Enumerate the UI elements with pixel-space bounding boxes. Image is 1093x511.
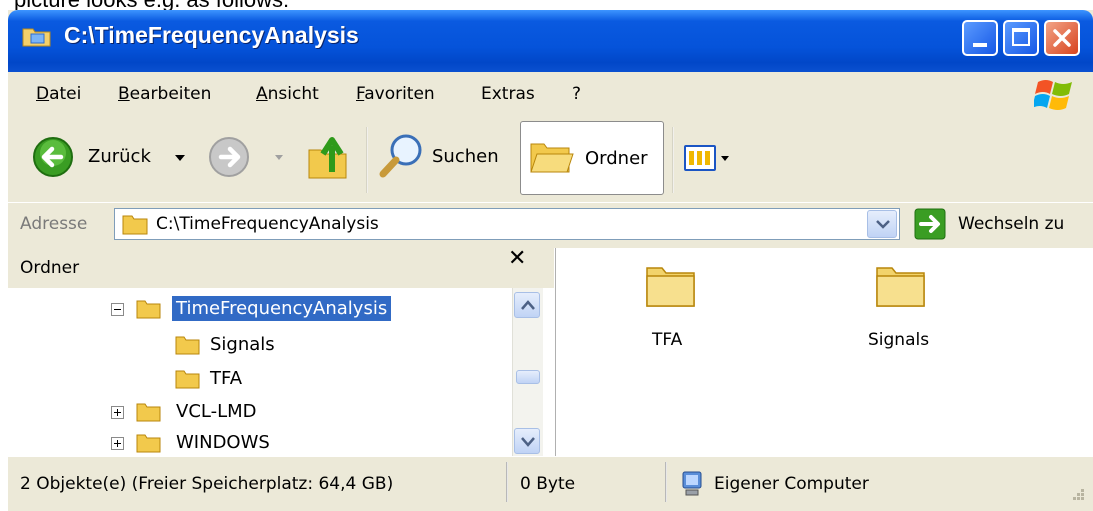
folder-icon bbox=[646, 267, 695, 307]
computer-icon bbox=[682, 471, 702, 496]
chevron-down-icon bbox=[521, 437, 535, 447]
status-size: 0 Byte bbox=[520, 474, 576, 494]
folders-label: Ordner bbox=[585, 148, 648, 169]
folder-open-icon bbox=[136, 300, 161, 319]
folder-item-label: Signals bbox=[868, 330, 930, 350]
chevron-up-icon bbox=[521, 300, 535, 310]
close-window-button[interactable] bbox=[1044, 20, 1080, 56]
back-button[interactable]: Zurück bbox=[32, 134, 182, 178]
menu-help[interactable]: ? bbox=[572, 84, 581, 104]
views-dropdown-icon[interactable] bbox=[721, 156, 729, 161]
minus-bar bbox=[114, 309, 121, 310]
views-icon[interactable] bbox=[684, 145, 716, 171]
background-document-strip: picture looks e.g. as follows: bbox=[0, 0, 1093, 10]
collapse-icon[interactable] bbox=[111, 303, 124, 316]
folder-icon bbox=[876, 267, 925, 307]
toolbar-separator bbox=[366, 127, 368, 193]
back-arrow-icon bbox=[33, 137, 73, 177]
search-icon[interactable] bbox=[378, 132, 424, 180]
tree-item-timefrequencyanalysis[interactable]: TimeFrequencyAnalysis bbox=[172, 296, 392, 321]
address-label: Adresse bbox=[20, 214, 88, 234]
menu-view[interactable]: Ansicht bbox=[256, 84, 319, 104]
window-title: C:\TimeFrequencyAnalysis bbox=[64, 22, 359, 48]
minimize-icon bbox=[973, 43, 987, 47]
expand-icon[interactable] bbox=[111, 406, 124, 419]
folders-icon bbox=[530, 143, 574, 173]
search-label[interactable]: Suchen bbox=[432, 146, 499, 167]
go-label: Wechseln zu bbox=[958, 214, 1065, 234]
menu-favorites[interactable]: Favoriten bbox=[356, 84, 435, 104]
menu-edit[interactable]: Bearbeiten bbox=[118, 84, 211, 104]
go-arrow-icon bbox=[914, 208, 946, 240]
folder-icon bbox=[175, 336, 200, 355]
status-divider bbox=[506, 462, 508, 502]
back-dropdown-icon[interactable] bbox=[175, 155, 185, 161]
folder-item-signals[interactable]: Signals bbox=[846, 262, 966, 362]
close-panel-icon[interactable]: ✕ bbox=[508, 246, 526, 271]
plus-v bbox=[117, 440, 118, 447]
background-text: picture looks e.g. as follows: bbox=[14, 0, 289, 10]
folder-up-button[interactable] bbox=[306, 132, 352, 182]
folder-item-label: TFA bbox=[652, 330, 683, 350]
resize-grip-icon[interactable] bbox=[1066, 486, 1086, 506]
folder-icon bbox=[175, 370, 200, 389]
maximize-button[interactable] bbox=[1003, 20, 1039, 56]
status-divider bbox=[665, 462, 667, 502]
folder-icon bbox=[136, 434, 161, 453]
scroll-down-button[interactable] bbox=[514, 428, 540, 454]
minimize-button[interactable] bbox=[962, 20, 998, 56]
chevron-down-icon bbox=[876, 220, 890, 229]
scroll-up-button[interactable] bbox=[514, 292, 540, 318]
address-value: C:\TimeFrequencyAnalysis bbox=[156, 214, 379, 234]
folder-item-tfa[interactable]: TFA bbox=[618, 262, 728, 362]
folder-panel-header bbox=[8, 248, 554, 288]
folder-panel-title: Ordner bbox=[20, 258, 80, 278]
tree-item-windows[interactable]: WINDOWS bbox=[176, 432, 270, 453]
status-location: Eigener Computer bbox=[714, 474, 869, 494]
windows-logo-icon bbox=[1034, 80, 1072, 110]
back-label: Zurück bbox=[88, 146, 151, 167]
toolbar-separator bbox=[672, 127, 674, 193]
forward-button[interactable] bbox=[208, 136, 252, 180]
plus-v bbox=[117, 409, 118, 416]
scroll-thumb[interactable] bbox=[516, 370, 540, 384]
expand-icon[interactable] bbox=[111, 437, 124, 450]
tree-item-vcl-lmd[interactable]: VCL-LMD bbox=[176, 401, 257, 422]
tree-item-signals[interactable]: Signals bbox=[210, 334, 275, 355]
address-dropdown-button[interactable] bbox=[867, 210, 897, 238]
folders-toggle-button[interactable]: Ordner bbox=[520, 121, 664, 195]
folder-icon bbox=[136, 403, 161, 422]
folder-window-icon bbox=[22, 28, 51, 47]
maximize-icon bbox=[1012, 28, 1030, 46]
menu-file[interactable]: Datei bbox=[36, 84, 81, 104]
go-button[interactable]: Wechseln zu bbox=[914, 208, 1086, 242]
forward-dropdown-icon[interactable] bbox=[275, 155, 283, 160]
menu-extras[interactable]: Extras bbox=[481, 84, 535, 104]
close-icon bbox=[1053, 29, 1071, 47]
tree-item-tfa[interactable]: TFA bbox=[210, 368, 242, 389]
status-objects: 2 Objekte(e) (Freier Speicherplatz: 64,4… bbox=[20, 474, 394, 494]
views-grid bbox=[689, 151, 711, 165]
folder-icon bbox=[122, 215, 148, 235]
